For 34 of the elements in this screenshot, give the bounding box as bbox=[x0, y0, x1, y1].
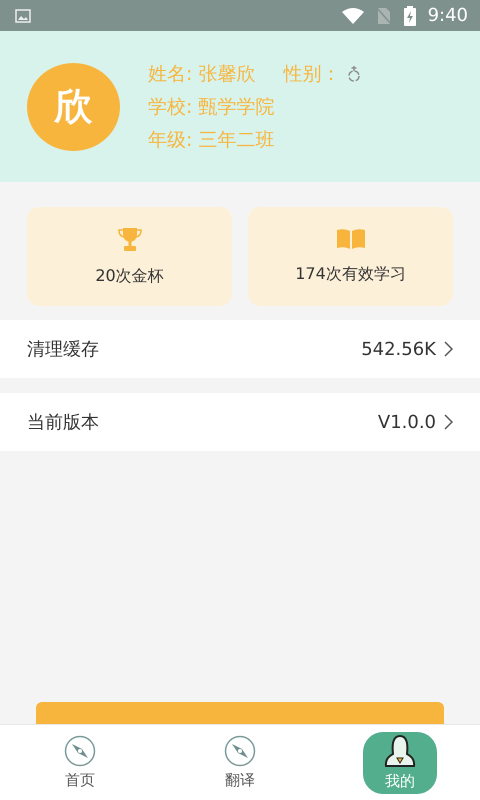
tab-label: 我的 bbox=[385, 772, 415, 791]
avatar: 欣 bbox=[27, 62, 120, 150]
row-label: 当前版本 bbox=[27, 411, 99, 434]
row-value: 542.56K bbox=[361, 338, 436, 360]
logout-button[interactable] bbox=[36, 702, 444, 725]
gender-icon bbox=[346, 64, 362, 82]
nav-tab[interactable]: 首页 bbox=[43, 732, 117, 794]
image-icon bbox=[15, 8, 31, 22]
battery-icon bbox=[404, 6, 416, 26]
gender-label: 性别： bbox=[283, 62, 340, 86]
chevron-icon bbox=[444, 414, 453, 430]
row-value: V1.0.0 bbox=[378, 412, 436, 432]
no-sim-icon bbox=[376, 6, 392, 24]
stat-label: 174次有效学习 bbox=[295, 264, 406, 285]
trophy-icon bbox=[116, 226, 142, 252]
person-icon bbox=[383, 734, 417, 768]
chevron-icon bbox=[444, 341, 453, 357]
tab-label: 首页 bbox=[65, 771, 95, 790]
status-time: 9:40 bbox=[428, 5, 468, 26]
book-icon bbox=[336, 228, 366, 250]
row-label: 清理缓存 bbox=[27, 338, 99, 361]
settings-row[interactable]: 当前版本 V1.0.0 bbox=[0, 393, 480, 451]
settings-row[interactable]: 清理缓存 542.56K bbox=[0, 320, 480, 378]
grade-label: 年级: 三年二班 bbox=[148, 128, 276, 152]
compass-icon bbox=[64, 735, 96, 767]
name-label: 姓名: 张馨欣 bbox=[148, 62, 256, 86]
school-label: 学校: 甄学学院 bbox=[148, 94, 276, 120]
wifi-icon bbox=[342, 8, 364, 24]
nav-tab[interactable]: 翻译 bbox=[203, 732, 277, 794]
compass-icon bbox=[224, 735, 256, 767]
tab-label: 翻译 bbox=[225, 771, 255, 790]
stat-card[interactable]: 174次有效学习 bbox=[248, 207, 453, 306]
stat-card[interactable]: 20次金杯 bbox=[27, 207, 232, 306]
stat-label: 20次金杯 bbox=[95, 266, 164, 287]
